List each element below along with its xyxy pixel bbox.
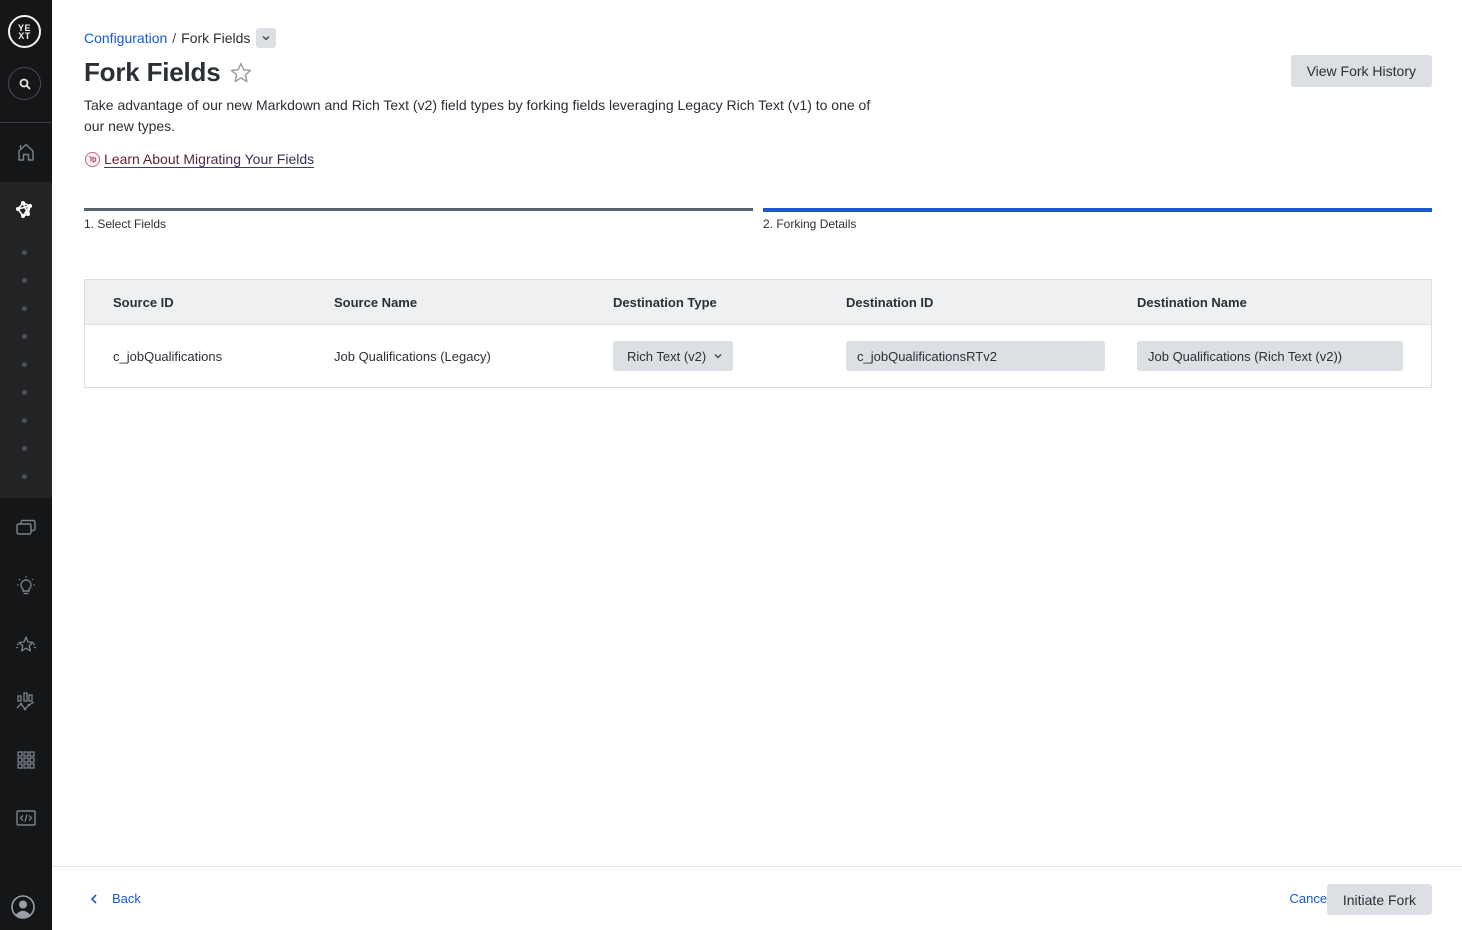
- analytics-icon: [16, 692, 35, 711]
- apps-grid-icon: [17, 751, 35, 769]
- learn-migrating-link[interactable]: Learn About Migrating Your Fields: [84, 151, 315, 168]
- column-header-destination-id: Destination ID: [846, 294, 934, 310]
- sidebar-subitem-dot[interactable]: [22, 306, 27, 311]
- breadcrumb: Configuration / Fork Fields: [84, 28, 277, 48]
- home-icon: [18, 143, 34, 161]
- logo-text-bottom: XT: [18, 30, 31, 41]
- destination-name-input[interactable]: [1137, 341, 1403, 371]
- sidebar-item-analytics[interactable]: [0, 682, 52, 722]
- cell-source-name: Job Qualifications (Legacy): [334, 348, 491, 364]
- pages-icon: [16, 519, 36, 535]
- column-header-source-name: Source Name: [334, 294, 418, 310]
- footer-bar: Back Cancel Initiate Fork: [52, 866, 1462, 930]
- sidebar-item-developer[interactable]: [0, 798, 52, 838]
- sidebar-subitem-dot[interactable]: [22, 362, 27, 367]
- sidebar-subitem-dot[interactable]: [22, 474, 27, 479]
- sidebar-subitem-dot[interactable]: [22, 278, 27, 283]
- step-progress-bar-active: [763, 208, 1432, 212]
- sidebar-item-knowledge-graph[interactable]: [0, 190, 52, 230]
- sidebar-item-apps[interactable]: [0, 740, 52, 780]
- step-select-fields: 1. Select Fields: [84, 208, 753, 231]
- column-header-destination-type: Destination Type: [613, 294, 717, 310]
- sidebar-item-home[interactable]: [0, 132, 52, 172]
- sidebar-item-pages[interactable]: [0, 508, 52, 548]
- code-icon: [16, 810, 36, 826]
- main-content: Configuration / Fork Fields Fork Fields …: [52, 0, 1462, 930]
- breadcrumb-separator: /: [172, 30, 177, 46]
- step-progress-bar: [84, 208, 753, 211]
- destination-type-select[interactable]: Rich Text (v2): [613, 341, 733, 371]
- breadcrumb-current: Fork Fields: [181, 30, 251, 46]
- step-forking-details: 2. Forking Details: [763, 208, 1432, 231]
- chevron-down-icon: [714, 354, 722, 359]
- cell-source-id: c_jobQualifications: [113, 348, 223, 364]
- learn-link-text[interactable]: Learn About Migrating Your Fields: [104, 151, 315, 168]
- sidebar-top-section: YE XT: [0, 0, 52, 123]
- sidebar-subitem-dot[interactable]: [22, 334, 27, 339]
- back-button[interactable]: Back: [90, 891, 141, 906]
- destination-type-value: Rich Text (v2): [627, 348, 707, 364]
- initiate-fork-button[interactable]: Initiate Fork: [1326, 884, 1432, 915]
- sidebar-subitem-dot[interactable]: [22, 446, 27, 451]
- sidebar-item-search-experiences[interactable]: [0, 566, 52, 606]
- stars-icon: [15, 636, 37, 652]
- lightbulb-icon: [17, 576, 35, 595]
- cancel-button[interactable]: Cancel: [1290, 891, 1330, 906]
- hitchhikers-icon: [84, 151, 101, 168]
- destination-id-input[interactable]: [846, 341, 1105, 371]
- table-header: Source ID Source Name Destination Type D…: [85, 280, 1431, 325]
- sidebar-nav: YE XT: [0, 0, 52, 930]
- breadcrumb-dropdown-button[interactable]: [256, 28, 277, 48]
- column-header-destination-name: Destination Name: [1137, 294, 1247, 310]
- chevron-down-icon: [262, 36, 270, 41]
- fork-fields-table: Source ID Source Name Destination Type D…: [84, 279, 1432, 388]
- step-label: 1. Select Fields: [84, 217, 167, 231]
- sidebar-item-account[interactable]: [11, 895, 35, 919]
- view-fork-history-button[interactable]: View Fork History: [1290, 55, 1432, 87]
- sidebar-item-reviews[interactable]: [0, 624, 52, 664]
- breadcrumb-configuration-link[interactable]: Configuration: [84, 30, 167, 46]
- step-label: 2. Forking Details: [763, 217, 857, 231]
- table-row: c_jobQualifications Job Qualifications (…: [85, 325, 1431, 387]
- page-title: Fork Fields: [84, 57, 221, 87]
- yext-logo[interactable]: YE XT: [8, 15, 41, 48]
- page-description: Take advantage of our new Markdown and R…: [84, 97, 871, 134]
- sidebar-subitem-dot[interactable]: [22, 418, 27, 423]
- search-icon: [19, 78, 30, 89]
- chevron-left-icon: [90, 893, 97, 904]
- favorite-star-icon[interactable]: [229, 61, 253, 85]
- sidebar-search-button[interactable]: [8, 67, 41, 100]
- column-header-source-id: Source ID: [113, 294, 174, 310]
- knowledge-graph-icon: [16, 201, 32, 218]
- back-label: Back: [112, 891, 141, 906]
- user-profile-icon: [11, 895, 35, 919]
- sidebar-subitem-dot[interactable]: [22, 390, 27, 395]
- sidebar-subitem-dot[interactable]: [22, 250, 27, 255]
- page-title-row: Fork Fields: [84, 57, 253, 88]
